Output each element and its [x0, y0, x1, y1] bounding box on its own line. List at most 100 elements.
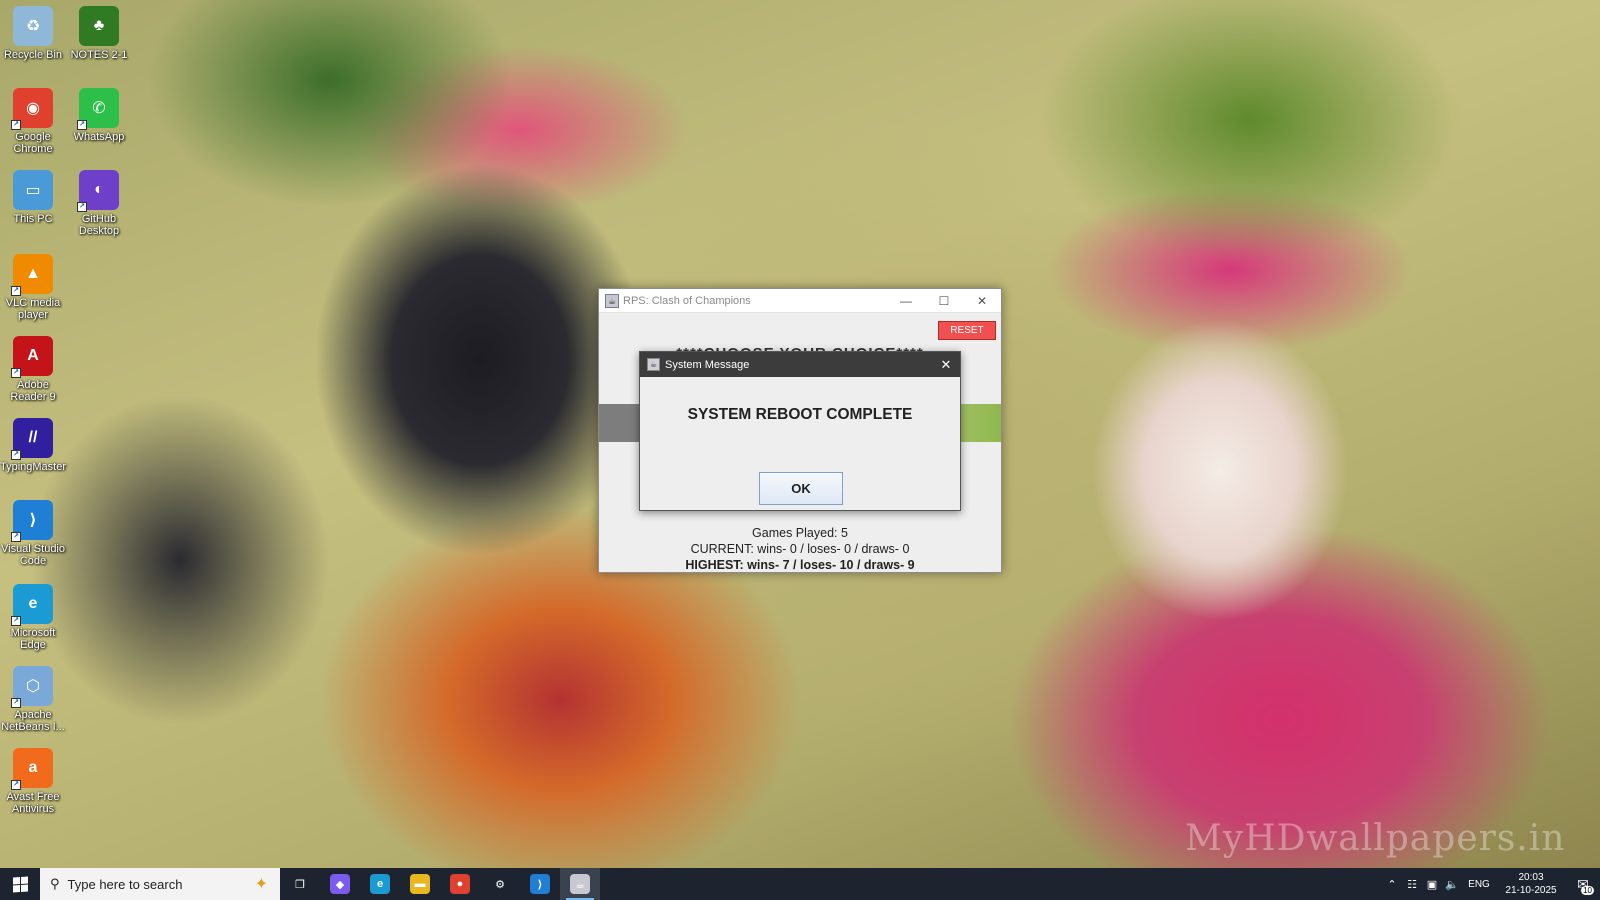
desktop-icon[interactable]: ⬡ ↗ Apache NetBeans I... — [0, 662, 66, 742]
taskbar-app-copilot[interactable]: ◆ — [320, 868, 360, 900]
shortcut-arrow-icon: ↗ — [77, 120, 87, 130]
desktop-icon[interactable]: ◉ ↗ Google Chrome — [0, 84, 66, 164]
notification-badge: 10 — [1581, 885, 1594, 895]
system-tray: ⌃ ☷ ▣ 🔈 ENG 20:03 21-10-2025 ✉ 10 — [1382, 868, 1600, 900]
shortcut-arrow-icon: ↗ — [11, 780, 21, 790]
desktop-icon-label: VLC media player — [5, 297, 61, 321]
desktop-icon-label: Google Chrome — [13, 131, 53, 155]
edge-icon: e ↗ — [11, 584, 53, 626]
shortcut-arrow-icon: ↗ — [11, 698, 21, 708]
desktop-icon-label: NOTES 2-1 — [70, 49, 128, 61]
start-button[interactable] — [0, 868, 40, 900]
java-app-icon: ☕ — [570, 874, 590, 894]
desktop-icon-label: Apache NetBeans I... — [1, 709, 65, 733]
desktop-icon[interactable]: ⟩ ↗ Visual Studio Code — [0, 496, 66, 576]
chevron-up-icon[interactable]: ⌃ — [1382, 878, 1402, 891]
windows-logo-icon — [12, 875, 28, 893]
desktop-icon-label: Microsoft Edge — [10, 627, 56, 651]
recycle-bin-icon: ♻ — [13, 6, 53, 46]
network-icon[interactable]: ▣ — [1422, 878, 1442, 891]
desktop-icon[interactable]: e ↗ Microsoft Edge — [0, 580, 66, 660]
search-placeholder: Type here to search — [67, 876, 183, 892]
desktop-icon[interactable]: //↗ TypingMaster — [0, 414, 66, 494]
desktop-icon-label: Recycle Bin — [3, 49, 63, 61]
dialog-close-button[interactable]: ✕ — [932, 357, 960, 373]
clock[interactable]: 20:03 21-10-2025 — [1496, 871, 1566, 897]
task-view-icon: ❐ — [290, 874, 310, 894]
tree-icon: ♣ — [79, 6, 119, 46]
maximize-button[interactable]: ☐ — [925, 289, 963, 313]
vlc-cone-icon: ▲ ↗ — [11, 254, 53, 296]
search-icon: ⚲ — [50, 876, 60, 891]
shortcut-arrow-icon: ↗ — [77, 202, 87, 212]
vscode-icon: ⟩ ↗ — [11, 500, 53, 542]
taskbar-app-settings-gear[interactable]: ⚙ — [480, 868, 520, 900]
sparkle-icon: ✦ — [254, 876, 268, 893]
desktop-icon[interactable]: A ↗ Adobe Reader 9 — [0, 332, 66, 412]
shortcut-arrow-icon: ↗ — [11, 532, 21, 542]
java-app-icon: ☕ — [647, 358, 660, 371]
file-explorer-icon: ▬ — [410, 874, 430, 894]
volume-icon[interactable]: 🔈 — [1442, 878, 1462, 891]
desktop-icon-label: Avast Free Antivirus — [6, 791, 60, 815]
desktop-icon[interactable]: ▭ This PC — [0, 166, 66, 246]
desktop-icon[interactable]: a ↗ Avast Free Antivirus — [0, 744, 66, 824]
taskbar-search-box[interactable]: ⚲ Type here to search ✦ — [40, 868, 280, 900]
shortcut-arrow-icon: ↗ — [11, 368, 21, 378]
taskbar-pinned-apps: ❐ ◆ e ▬ ● ⚙ ⟩ ☕ — [280, 868, 600, 900]
shortcut-arrow-icon: ↗ — [11, 286, 21, 296]
desktop-icon[interactable]: ▲ ↗ VLC media player — [0, 250, 66, 330]
desktop-icon[interactable]: ✆ ↗ WhatsApp — [66, 84, 132, 164]
shortcut-arrow-icon: ↗ — [11, 450, 21, 460]
desktop-icon-label: WhatsApp — [73, 131, 125, 143]
dialog-titlebar[interactable]: ☕ System Message ✕ — [640, 352, 960, 377]
current-score-label: CURRENT: wins- 0 / loses- 0 / draws- 0 — [690, 542, 910, 556]
desktop-icon[interactable]: ♣ NOTES 2-1 — [66, 2, 132, 82]
reset-button[interactable]: RESET — [938, 321, 996, 340]
dialog-title: System Message — [665, 358, 750, 371]
taskbar: ⚲ Type here to search ✦ ❐ ◆ e ▬ ● ⚙ ⟩ ☕ ⌃ ☷ ▣ 🔈… — [0, 868, 1600, 900]
netbeans-icon: ⬡ ↗ — [11, 666, 53, 708]
chrome-icon: ● — [450, 874, 470, 894]
github-icon: ◐ ↗ — [77, 170, 119, 212]
taskbar-app-java-app[interactable]: ☕ — [560, 868, 600, 900]
edge-icon: e — [370, 874, 390, 894]
app-titlebar[interactable]: ☕ RPS: Clash of Champions — ☐ ✕ — [599, 289, 1001, 313]
taskbar-app-task-view[interactable]: ❐ — [280, 868, 320, 900]
clock-date: 21-10-2025 — [1505, 885, 1557, 896]
taskbar-app-chrome[interactable]: ● — [440, 868, 480, 900]
app-title: RPS: Clash of Champions — [623, 294, 751, 307]
avast-icon: a ↗ — [11, 748, 53, 790]
games-played-label: Games Played: 5 — [752, 526, 848, 540]
adobe-reader-icon: A ↗ — [11, 336, 53, 378]
close-button[interactable]: ✕ — [963, 289, 1001, 313]
language-indicator[interactable]: ENG — [1462, 879, 1496, 890]
computer-icon: ▭ — [13, 170, 53, 210]
minimize-button[interactable]: — — [887, 289, 925, 313]
taskbar-app-edge[interactable]: e — [360, 868, 400, 900]
desktop-icon-label: GitHub Desktop — [78, 213, 120, 237]
desktop-icon[interactable]: ♻ Recycle Bin — [0, 2, 66, 82]
wallpaper-watermark: MyHDwallpapers.in — [1185, 818, 1566, 859]
chrome-icon: ◉ ↗ — [11, 88, 53, 130]
settings-gear-icon: ⚙ — [490, 874, 510, 894]
highest-score-label: HIGHEST: wins- 7 / loses- 10 / draws- 9 — [685, 558, 915, 572]
system-message-dialog[interactable]: ☕ System Message ✕ SYSTEM REBOOT COMPLET… — [639, 351, 961, 511]
device-icon[interactable]: ☷ — [1402, 878, 1422, 891]
desktop-icon-label: Visual Studio Code — [0, 543, 65, 567]
java-app-icon: ☕ — [605, 293, 619, 308]
copilot-icon: ◆ — [330, 874, 350, 894]
taskbar-app-file-explorer[interactable]: ▬ — [400, 868, 440, 900]
desktop-icon[interactable]: ◐ ↗ GitHub Desktop — [66, 166, 132, 246]
notification-center-button[interactable]: ✉ 10 — [1566, 876, 1600, 895]
stats-panel: Games Played: 5 CURRENT: wins- 0 / loses… — [599, 525, 1001, 573]
whatsapp-icon: ✆ ↗ — [77, 88, 119, 130]
desktop-icon-label: This PC — [13, 213, 53, 225]
vscode-icon: ⟩ — [530, 874, 550, 894]
ok-button[interactable]: OK — [759, 472, 843, 505]
desktop-icon-label: Adobe Reader 9 — [10, 379, 56, 403]
shortcut-arrow-icon: ↗ — [11, 616, 21, 626]
taskbar-app-vscode[interactable]: ⟩ — [520, 868, 560, 900]
desktop-icon-label: TypingMaster — [0, 461, 67, 473]
dialog-message: SYSTEM REBOOT COMPLETE — [687, 406, 913, 423]
